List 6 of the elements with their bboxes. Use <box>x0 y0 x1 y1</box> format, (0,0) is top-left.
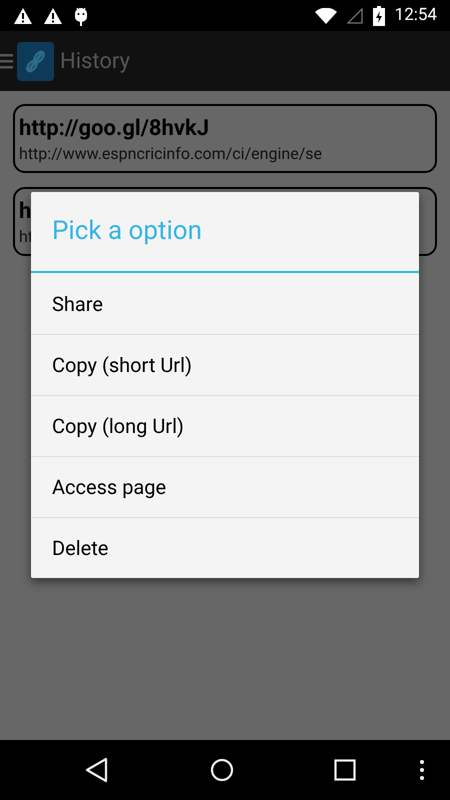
short-url: http://goo.gl/8hvkJ <box>19 116 209 142</box>
dialog-title: Pick a option <box>52 215 202 248</box>
short-url: h <box>19 199 32 225</box>
long-url: http://www.espncricinfo.com/ci/engine/se <box>19 143 322 165</box>
app-title: History <box>60 48 130 76</box>
status-time: 12:54 <box>394 4 437 27</box>
